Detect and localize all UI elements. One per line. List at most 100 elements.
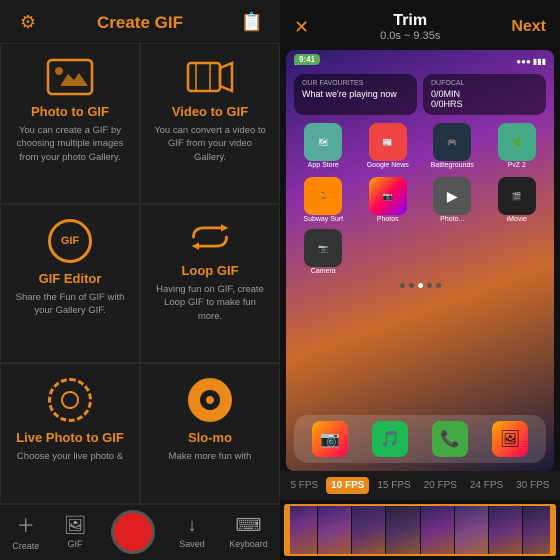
frame-6	[455, 504, 488, 556]
fps-15[interactable]: 15 FPS	[372, 477, 415, 494]
fps-24[interactable]: 24 FPS	[465, 477, 508, 494]
widget-favourites: OUR FAVOURITES What we're playing now	[294, 74, 417, 115]
photo-to-gif-icon	[46, 58, 94, 96]
nav-keyboard-label: Keyboard	[229, 539, 268, 549]
video-to-gif-icon	[186, 58, 234, 96]
slo-mo-cell[interactable]: Slo-mo Make more fun with	[140, 363, 280, 504]
page-title: Create GIF	[40, 13, 240, 33]
app-col-photo2: ▶ Photo...	[423, 177, 482, 223]
app-grid-row2: 🏃 Subway Surf 📷 Photos ▶ Photo... 🎬 iMov…	[286, 173, 554, 227]
page-dots	[286, 279, 554, 292]
dock-photos2[interactable]: 🖼	[492, 421, 528, 457]
loop-gif-title: Loop GIF	[181, 263, 238, 278]
fps-20[interactable]: 20 FPS	[419, 477, 462, 494]
left-header: ⚙ Create GIF 📋	[0, 0, 280, 43]
trim-title: Trim	[393, 12, 427, 30]
app-label-subway: Subway Surf	[303, 216, 343, 223]
app-icon-camera[interactable]: 📷	[304, 229, 342, 267]
app-icon-photo2[interactable]: ▶	[433, 177, 471, 215]
status-badge: 9:41	[294, 54, 320, 65]
nav-saved[interactable]: ↓ Saved	[179, 515, 205, 549]
frame-5	[421, 504, 454, 556]
bottom-nav: ＋ Create 🖼 GIF ↓ Saved ⌨ Keyboard	[0, 504, 280, 560]
app-icon-news[interactable]: 📰	[369, 123, 407, 161]
dock-photos[interactable]: 📷	[312, 421, 348, 457]
app-label-photo2: Photo...	[440, 216, 464, 223]
app-label-photos: Photos	[377, 216, 399, 223]
live-photo-title: Live Photo to GIF	[16, 430, 124, 445]
video-to-gif-cell[interactable]: Video to GIF You can convert a video to …	[140, 43, 280, 204]
battery-icon: ▮▮▮	[533, 57, 546, 66]
timeline-handle-left[interactable]	[284, 504, 290, 556]
frame-3	[352, 504, 385, 556]
app-grid-camera: 📷 Camera	[286, 227, 554, 279]
app-icon-subway[interactable]: 🏃	[304, 177, 342, 215]
app-col-subway: 🏃 Subway Surf	[294, 177, 353, 223]
status-icons: ●●● ▮▮▮	[516, 57, 546, 66]
dot-5	[436, 283, 441, 288]
frame-4	[386, 504, 419, 556]
app-label-battle: Battlegrounds	[431, 162, 474, 169]
fps-30[interactable]: 30 FPS	[511, 477, 554, 494]
app-label-pvz: PvZ 2	[508, 162, 526, 169]
timeline-strip[interactable]	[280, 500, 560, 560]
close-button[interactable]: ✕	[294, 17, 309, 38]
fps-10[interactable]: 10 FPS	[326, 477, 369, 494]
dock-phone[interactable]: 📞	[432, 421, 468, 457]
fps-bar: 5 FPS 10 FPS 15 FPS 20 FPS 24 FPS 30 FPS	[280, 471, 560, 500]
app-col-camera: 📷 Camera	[294, 229, 353, 275]
nav-keyboard[interactable]: ⌨ Keyboard	[229, 515, 268, 549]
frame-7	[489, 504, 522, 556]
status-bar: 9:41 ●●● ▮▮▮	[286, 50, 554, 70]
gif-nav-icon: 🖼	[64, 515, 87, 536]
widget-text: What we're playing now	[302, 89, 409, 99]
next-button[interactable]: Next	[511, 18, 546, 36]
settings-icon[interactable]: ⚙	[16, 12, 40, 33]
nav-gif[interactable]: 🖼 GIF	[64, 515, 87, 549]
app-label-camera: Camera	[311, 268, 336, 275]
app-label-appstore: App Store	[308, 162, 339, 169]
saved-icon: ↓	[188, 515, 197, 536]
timeline-border-top	[290, 504, 550, 506]
widget-title: OUR FAVOURITES	[302, 80, 409, 87]
app-icon-maps[interactable]: 🗺	[304, 123, 342, 161]
app-icon-imovie[interactable]: 🎬	[498, 177, 536, 215]
app-col-pvz: 🌿 PvZ 2	[488, 123, 547, 169]
trim-range: 0.0s ~ 9.35s	[380, 30, 440, 42]
share-icon[interactable]: 📋	[240, 12, 264, 33]
fps-5[interactable]: 5 FPS	[285, 477, 323, 494]
right-header: ✕ Trim 0.0s ~ 9.35s Next	[280, 0, 560, 50]
nav-create[interactable]: ＋ Create	[12, 512, 39, 551]
feature-grid: Photo to GIF You can create a GIF by cho…	[0, 43, 280, 504]
loop-gif-cell[interactable]: Loop GIF Having fun on GIF, create Loop …	[140, 204, 280, 363]
widget-fitness: DUFOCAL 0/0MIN0/0HRS	[423, 74, 546, 115]
app-label-news: Google News	[367, 162, 409, 169]
phone-screen: 9:41 9:41 ●●● ▮▮▮ OUR FAVOURITES What we…	[286, 50, 554, 471]
app-grid-row1: 🗺 App Store 📰 Google News 🎮 Battleground…	[286, 119, 554, 173]
create-icon: ＋	[17, 512, 35, 538]
photo-to-gif-cell[interactable]: Photo to GIF You can create a GIF by cho…	[0, 43, 140, 204]
app-icon-battle[interactable]: 🎮	[433, 123, 471, 161]
signal-icon: ●●●	[516, 57, 531, 66]
app-label-imovie: iMovie	[507, 216, 527, 223]
fitness-content: 0/0MIN0/0HRS	[431, 89, 538, 109]
dot-3	[418, 283, 423, 288]
gif-editor-icon: GIF	[48, 219, 92, 263]
slo-mo-title: Slo-mo	[188, 430, 232, 445]
dock-spotify[interactable]: 🎵	[372, 421, 408, 457]
photo-to-gif-desc: You can create a GIF by choosing multipl…	[13, 124, 127, 164]
dot-2	[409, 283, 414, 288]
gif-editor-cell[interactable]: GIF GIF Editor Share the Fun of GIF with…	[0, 204, 140, 363]
app-icon-pvz[interactable]: 🌿	[498, 123, 536, 161]
live-photo-cell[interactable]: Live Photo to GIF Choose your live photo…	[0, 363, 140, 504]
slo-mo-desc: Make more fun with	[169, 450, 252, 463]
video-to-gif-title: Video to GIF	[172, 104, 248, 119]
header-center: Trim 0.0s ~ 9.35s	[380, 12, 440, 42]
record-button[interactable]	[111, 510, 155, 554]
photo-to-gif-title: Photo to GIF	[31, 104, 109, 119]
app-col-battle: 🎮 Battlegrounds	[423, 123, 482, 169]
frame-2	[318, 504, 351, 556]
timeline-handle-right[interactable]	[550, 504, 556, 556]
app-icon-photos[interactable]: 📷	[369, 177, 407, 215]
left-panel: ⚙ Create GIF 📋 Photo to GIF You can crea…	[0, 0, 280, 560]
